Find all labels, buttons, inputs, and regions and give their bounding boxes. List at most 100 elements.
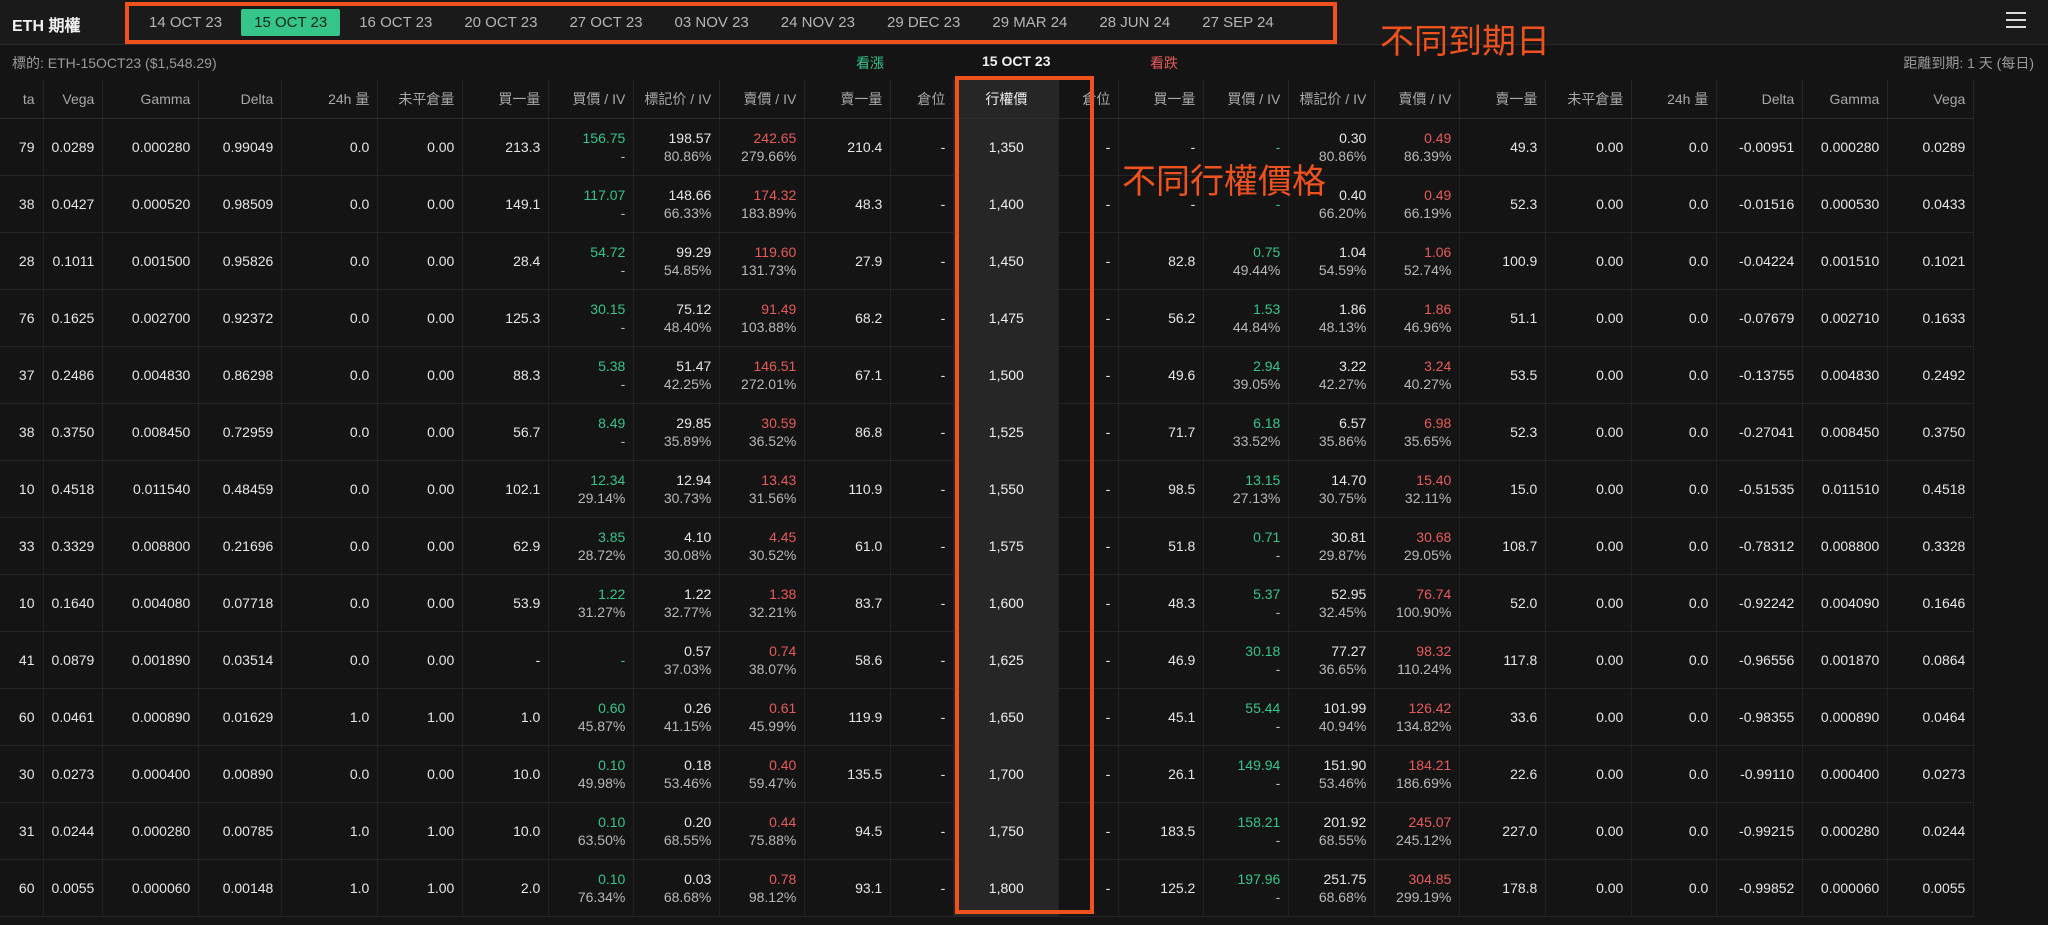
put-bid[interactable]: 30.18 - — [1203, 631, 1290, 689]
expiry-tab[interactable]: 29 MAR 24 — [979, 9, 1080, 36]
put-ask[interactable]: 1.86 46.96% — [1374, 289, 1461, 347]
put-ask[interactable]: 1.06 52.74% — [1374, 232, 1461, 290]
call-bid[interactable]: 12.34 29.14% — [548, 460, 635, 518]
call-mark[interactable]: 75.12 48.40% — [633, 289, 721, 347]
call-ask[interactable]: 13.43 31.56% — [719, 460, 806, 518]
put-ask[interactable]: 245.07 245.12% — [1374, 802, 1461, 860]
put-ask[interactable]: 126.42 134.82% — [1374, 688, 1461, 746]
call-mark[interactable]: 0.57 37.03% — [633, 631, 721, 689]
table-row[interactable]: 37 0.2486 0.004830 0.86298 0.0 0.00 88.3 5.38-5… — [0, 346, 1975, 404]
call-ask[interactable]: 0.78 98.12% — [719, 859, 806, 917]
expiry-tab[interactable]: 27 SEP 24 — [1189, 9, 1286, 36]
call-mark[interactable]: 0.03 68.68% — [633, 859, 721, 917]
put-ask[interactable]: 6.98 35.65% — [1374, 403, 1461, 461]
put-mark[interactable]: 101.99 40.94% — [1288, 688, 1376, 746]
put-mark[interactable]: 77.27 36.65% — [1288, 631, 1376, 689]
call-bid[interactable]: 0.60 45.87% — [548, 688, 635, 746]
put-ask[interactable]: 15.40 32.11% — [1374, 460, 1461, 518]
call-mark[interactable]: 51.47 42.25% — [633, 346, 721, 404]
put-ask[interactable]: 76.74 100.90% — [1374, 574, 1461, 632]
expiry-tab[interactable]: 15 OCT 23 — [241, 8, 341, 36]
put-mark[interactable]: 251.75 68.68% — [1288, 859, 1376, 917]
table-row[interactable]: 28 0.1011 0.001500 0.95826 0.0 0.00 28.4 54.72-… — [0, 232, 1975, 290]
put-ask[interactable]: 30.68 29.05% — [1374, 517, 1461, 575]
call-mark[interactable]: 0.18 53.46% — [633, 745, 721, 803]
put-mark[interactable]: 52.95 32.45% — [1288, 574, 1376, 632]
table-row[interactable]: 79 0.0289 0.000280 0.99049 0.0 0.00 213.3 156.7… — [0, 118, 1975, 176]
table-row[interactable]: 10 0.4518 0.011540 0.48459 0.0 0.00 102.1 12.34… — [0, 460, 1975, 518]
put-ask[interactable]: 184.21 186.69% — [1374, 745, 1461, 803]
put-bid[interactable]: 158.21 - — [1203, 802, 1290, 860]
call-mark[interactable]: 12.94 30.73% — [633, 460, 721, 518]
hamburger-menu-icon[interactable] — [2006, 12, 2026, 30]
call-bid[interactable]: 117.07 - — [548, 175, 635, 233]
put-bid[interactable]: 149.94 - — [1203, 745, 1290, 803]
put-ask[interactable]: 3.24 40.27% — [1374, 346, 1461, 404]
call-bid[interactable]: 0.10 76.34% — [548, 859, 635, 917]
put-ask[interactable]: 0.49 66.19% — [1374, 175, 1461, 233]
put-ask[interactable]: 304.85 299.19% — [1374, 859, 1461, 917]
table-row[interactable]: 41 0.0879 0.001890 0.03514 0.0 0.00- -0.57 37.0… — [0, 631, 1975, 689]
call-ask[interactable]: 0.61 45.99% — [719, 688, 806, 746]
expiry-tab[interactable]: 16 OCT 23 — [346, 9, 445, 36]
call-mark[interactable]: 148.66 66.33% — [633, 175, 721, 233]
put-mark[interactable]: 3.22 42.27% — [1288, 346, 1376, 404]
call-mark[interactable]: 0.20 68.55% — [633, 802, 721, 860]
call-bid[interactable]: 54.72 - — [548, 232, 635, 290]
call-bid[interactable]: 0.10 49.98% — [548, 745, 635, 803]
put-bid[interactable]: 5.37 - — [1203, 574, 1290, 632]
call-bid[interactable]: - — [548, 631, 635, 689]
call-bid[interactable]: 3.85 28.72% — [548, 517, 635, 575]
expiry-tab[interactable]: 14 OCT 23 — [136, 9, 235, 36]
call-bid[interactable]: 0.10 63.50% — [548, 802, 635, 860]
call-mark[interactable]: 99.29 54.85% — [633, 232, 721, 290]
put-mark[interactable]: 30.81 29.87% — [1288, 517, 1376, 575]
call-ask[interactable]: 30.59 36.52% — [719, 403, 806, 461]
put-mark[interactable]: 14.70 30.75% — [1288, 460, 1376, 518]
expiry-tab[interactable]: 28 JUN 24 — [1086, 9, 1183, 36]
call-ask[interactable]: 0.74 38.07% — [719, 631, 806, 689]
call-ask[interactable]: 242.65 279.66% — [719, 118, 806, 176]
table-row[interactable]: 76 0.1625 0.002700 0.92372 0.0 0.00 125.3 30.15… — [0, 289, 1975, 347]
call-mark[interactable]: 198.57 80.86% — [633, 118, 721, 176]
table-row[interactable]: 60 0.0461 0.000890 0.01629 1.0 1.00 1.0 0.60 45.… — [0, 688, 1975, 746]
call-ask[interactable]: 0.44 75.88% — [719, 802, 806, 860]
put-bid[interactable]: 13.15 27.13% — [1203, 460, 1290, 518]
expiry-tab[interactable]: 03 NOV 23 — [662, 9, 762, 36]
call-bid[interactable]: 8.49 - — [548, 403, 635, 461]
call-mark[interactable]: 4.10 30.08% — [633, 517, 721, 575]
call-bid[interactable]: 30.15 - — [548, 289, 635, 347]
call-ask[interactable]: 119.60 131.73% — [719, 232, 806, 290]
call-ask[interactable]: 0.40 59.47% — [719, 745, 806, 803]
put-ask[interactable]: 98.32 110.24% — [1374, 631, 1461, 689]
put-mark[interactable]: 1.86 48.13% — [1288, 289, 1376, 347]
table-row[interactable]: 33 0.3329 0.008800 0.21696 0.0 0.00 62.9 3.85 28… — [0, 517, 1975, 575]
table-row[interactable]: 60 0.0055 0.000060 0.00148 1.0 1.00 2.0 0.10 76.… — [0, 859, 1975, 917]
table-row[interactable]: 30 0.0273 0.000400 0.00890 0.0 0.00 10.0 0.10 49… — [0, 745, 1975, 803]
call-mark[interactable]: 0.26 41.15% — [633, 688, 721, 746]
put-mark[interactable]: 6.57 35.86% — [1288, 403, 1376, 461]
put-ask[interactable]: 0.49 86.39% — [1374, 118, 1461, 176]
expiry-tab[interactable]: 20 OCT 23 — [451, 9, 550, 36]
table-row[interactable]: 10 0.1640 0.004080 0.07718 0.0 0.00 53.9 1.22 31… — [0, 574, 1975, 632]
table-row[interactable]: 31 0.0244 0.000280 0.00785 1.0 1.00 10.0 0.10 63… — [0, 802, 1975, 860]
call-ask[interactable]: 1.38 32.21% — [719, 574, 806, 632]
table-row[interactable]: 38 0.3750 0.008450 0.72959 0.0 0.00 56.7 8.49-2… — [0, 403, 1975, 461]
call-ask[interactable]: 4.45 30.52% — [719, 517, 806, 575]
table-row[interactable]: 38 0.0427 0.000520 0.98509 0.0 0.00 149.1 117.0… — [0, 175, 1975, 233]
expiry-tab[interactable]: 27 OCT 23 — [556, 9, 655, 36]
call-ask[interactable]: 146.51 272.01% — [719, 346, 806, 404]
call-bid[interactable]: 156.75 - — [548, 118, 635, 176]
expiry-tab[interactable]: 29 DEC 23 — [874, 9, 973, 36]
call-bid[interactable]: 1.22 31.27% — [548, 574, 635, 632]
call-ask[interactable]: 91.49 103.88% — [719, 289, 806, 347]
put-bid[interactable]: 55.44 - — [1203, 688, 1290, 746]
put-bid[interactable]: 197.96 - — [1203, 859, 1290, 917]
call-ask[interactable]: 174.32 183.89% — [719, 175, 806, 233]
put-bid[interactable]: 2.94 39.05% — [1203, 346, 1290, 404]
put-mark[interactable]: 201.92 68.55% — [1288, 802, 1376, 860]
call-mark[interactable]: 1.22 32.77% — [633, 574, 721, 632]
expiry-tab[interactable]: 24 NOV 23 — [768, 9, 868, 36]
put-mark[interactable]: 151.90 53.46% — [1288, 745, 1376, 803]
call-bid[interactable]: 5.38 - — [548, 346, 635, 404]
